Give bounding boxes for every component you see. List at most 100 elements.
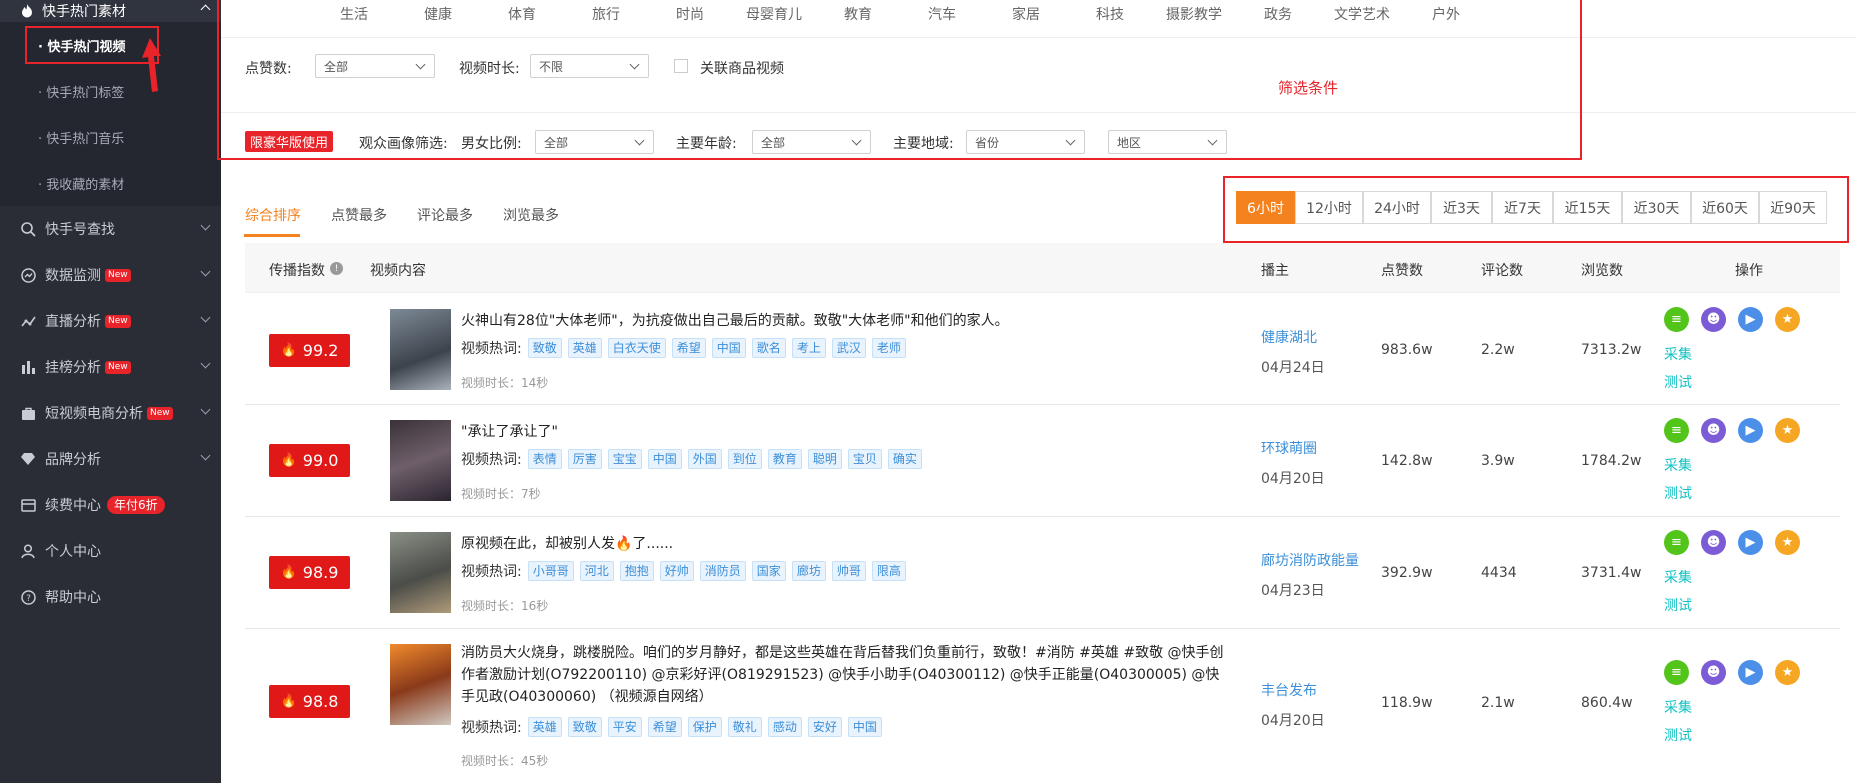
sidebar-item-search[interactable]: 快手号查找: [0, 206, 221, 252]
hotword-chip[interactable]: 歌名: [751, 338, 786, 358]
collect-link[interactable]: 采集: [1664, 455, 1692, 475]
sidebar-item-label: 短视频电商分析: [45, 406, 143, 422]
video-title[interactable]: 原视频在此，却被别人发🔥了......: [461, 533, 673, 555]
hotword-chip[interactable]: 英雄: [527, 717, 562, 737]
hotword-chip[interactable]: 中国: [647, 449, 682, 469]
owner-link[interactable]: 健康湖北: [1261, 327, 1317, 347]
heat-value: 99.2: [302, 341, 339, 360]
favorite-star-icon[interactable]: ★: [1775, 418, 1800, 443]
audience-icon[interactable]: ☻: [1701, 307, 1726, 332]
hotword-chip[interactable]: 老师: [871, 338, 906, 358]
sort-tab-comments[interactable]: 评论最多: [417, 205, 473, 225]
hotword-chip[interactable]: 致敬: [527, 338, 562, 358]
hotword-chip[interactable]: 河北: [579, 561, 614, 581]
sort-tab-views[interactable]: 浏览最多: [503, 205, 559, 225]
test-link[interactable]: 测试: [1664, 483, 1692, 503]
sort-tab-overall[interactable]: 综合排序: [245, 205, 301, 225]
comments-count: 4434: [1481, 565, 1517, 581]
hotword-chip[interactable]: 好帅: [659, 561, 694, 581]
sidebar-sub-hot-tag[interactable]: · 快手热门标签: [0, 38, 221, 114]
hotword-chip[interactable]: 抱抱: [619, 561, 654, 581]
hotword-chip[interactable]: 国家: [751, 561, 786, 581]
sidebar-item-ecommerce[interactable]: 短视频电商分析 New: [0, 390, 221, 436]
sidebar-item-help[interactable]: ? 帮助中心: [0, 574, 221, 620]
hotword-chip[interactable]: 宝贝: [847, 449, 882, 469]
video-duration: 视频时长：45秒: [461, 754, 549, 768]
video-thumbnail[interactable]: [390, 420, 451, 501]
hotword-chip[interactable]: 武汉: [831, 338, 866, 358]
owner-link[interactable]: 廊坊消防政能量: [1261, 550, 1359, 570]
audience-icon[interactable]: ☻: [1701, 418, 1726, 443]
hotword-chip[interactable]: 小哥哥: [527, 561, 574, 581]
hotword-chip[interactable]: 英雄: [567, 338, 602, 358]
detail-list-icon[interactable]: ≡: [1664, 530, 1689, 555]
sidebar-item-live[interactable]: 直播分析 New: [0, 298, 221, 344]
favorite-star-icon[interactable]: ★: [1775, 530, 1800, 555]
favorite-star-icon[interactable]: ★: [1775, 660, 1800, 685]
video-thumbnail[interactable]: [390, 309, 451, 390]
collect-link[interactable]: 采集: [1664, 344, 1692, 364]
sidebar-sub-favorites[interactable]: · 我收藏的素材: [0, 160, 221, 206]
video-title[interactable]: "承让了承让了": [461, 421, 558, 443]
video-title[interactable]: 火神山有28位"大体老师"，为抗疫做出自己最后的贡献。致敬"大体老师"和他们的家…: [461, 310, 1009, 332]
sidebar-item-brand[interactable]: 品牌分析: [0, 436, 221, 482]
detail-list-icon[interactable]: ≡: [1664, 307, 1689, 332]
sidebar-item-renew[interactable]: 续费中心 年付6折: [0, 482, 221, 528]
hotword-chip[interactable]: 中国: [711, 338, 746, 358]
hotword-chip[interactable]: 平安: [607, 717, 642, 737]
hotword-chip[interactable]: 聪明: [807, 449, 842, 469]
sidebar-item-profile[interactable]: 个人中心: [0, 528, 221, 574]
hotword-chip[interactable]: 厉害: [567, 449, 602, 469]
hotword-chip[interactable]: 保护: [687, 717, 722, 737]
sidebar-item-rank[interactable]: 挂榜分析 New: [0, 344, 221, 390]
hotword-chip[interactable]: 限高: [871, 561, 906, 581]
info-icon[interactable]: !: [330, 262, 343, 275]
play-icon[interactable]: ▶: [1738, 660, 1763, 685]
hotword-chip[interactable]: 考上: [791, 338, 826, 358]
owner-link[interactable]: 环球萌圈: [1261, 438, 1317, 458]
hotword-chip[interactable]: 中国: [847, 717, 882, 737]
sidebar-section-hot-material[interactable]: 快手热门素材: [0, 0, 221, 22]
hotword-chip[interactable]: 消防员: [699, 561, 746, 581]
hotword-chip[interactable]: 感动: [767, 717, 802, 737]
hotword-chip[interactable]: 确实: [887, 449, 922, 469]
test-link[interactable]: 测试: [1664, 372, 1692, 392]
hotword-chip[interactable]: 希望: [671, 338, 706, 358]
play-icon[interactable]: ▶: [1738, 530, 1763, 555]
hotword-chip[interactable]: 帅哥: [831, 561, 866, 581]
favorite-star-icon[interactable]: ★: [1775, 307, 1800, 332]
detail-list-icon[interactable]: ≡: [1664, 418, 1689, 443]
hotword-chip[interactable]: 宝宝: [607, 449, 642, 469]
detail-list-icon[interactable]: ≡: [1664, 660, 1689, 685]
publish-date: 04月20日: [1261, 471, 1325, 487]
hotword-chip[interactable]: 表情: [527, 449, 562, 469]
test-link[interactable]: 测试: [1664, 595, 1692, 615]
heat-index-badge: 🔥 98.9: [269, 556, 350, 589]
hotword-chip[interactable]: 到位: [727, 449, 762, 469]
sidebar-item-monitor[interactable]: 数据监测 New: [0, 252, 221, 298]
sidebar-sub-hot-video[interactable]: · 快手热门视频: [0, 22, 221, 68]
collect-link[interactable]: 采集: [1664, 567, 1692, 587]
test-link[interactable]: 测试: [1664, 725, 1692, 745]
owner-link[interactable]: 丰台发布: [1261, 680, 1317, 700]
video-title[interactable]: 消防员大火烧身，跳楼脱险。咱们的岁月静好，都是这些英雄在背后替我们负重前行，致敬…: [461, 642, 1231, 708]
chevron-down-icon: [200, 358, 211, 369]
hotword-chip[interactable]: 敬礼: [727, 717, 762, 737]
audience-icon[interactable]: ☻: [1701, 660, 1726, 685]
sidebar-sub-hot-music[interactable]: · 快手热门音乐: [0, 114, 221, 160]
hotword-chip[interactable]: 廊坊: [791, 561, 826, 581]
hotword-chip[interactable]: 希望: [647, 717, 682, 737]
hotword-chip[interactable]: 外国: [687, 449, 722, 469]
collect-link[interactable]: 采集: [1664, 697, 1692, 717]
video-thumbnail[interactable]: [390, 644, 451, 725]
sort-tab-likes[interactable]: 点赞最多: [331, 205, 387, 225]
video-thumbnail[interactable]: [390, 532, 451, 613]
play-icon[interactable]: ▶: [1738, 418, 1763, 443]
main-content: 生活 健康 体育 旅行 时尚 母婴育儿 教育 汽车 家居 科技 摄影教学 政务 …: [217, 0, 1856, 783]
play-icon[interactable]: ▶: [1738, 307, 1763, 332]
hotword-chip[interactable]: 致敬: [567, 717, 602, 737]
hotword-chip[interactable]: 教育: [767, 449, 802, 469]
hotword-chip[interactable]: 安好: [807, 717, 842, 737]
hotword-chip[interactable]: 白衣天使: [607, 338, 666, 358]
audience-icon[interactable]: ☻: [1701, 530, 1726, 555]
